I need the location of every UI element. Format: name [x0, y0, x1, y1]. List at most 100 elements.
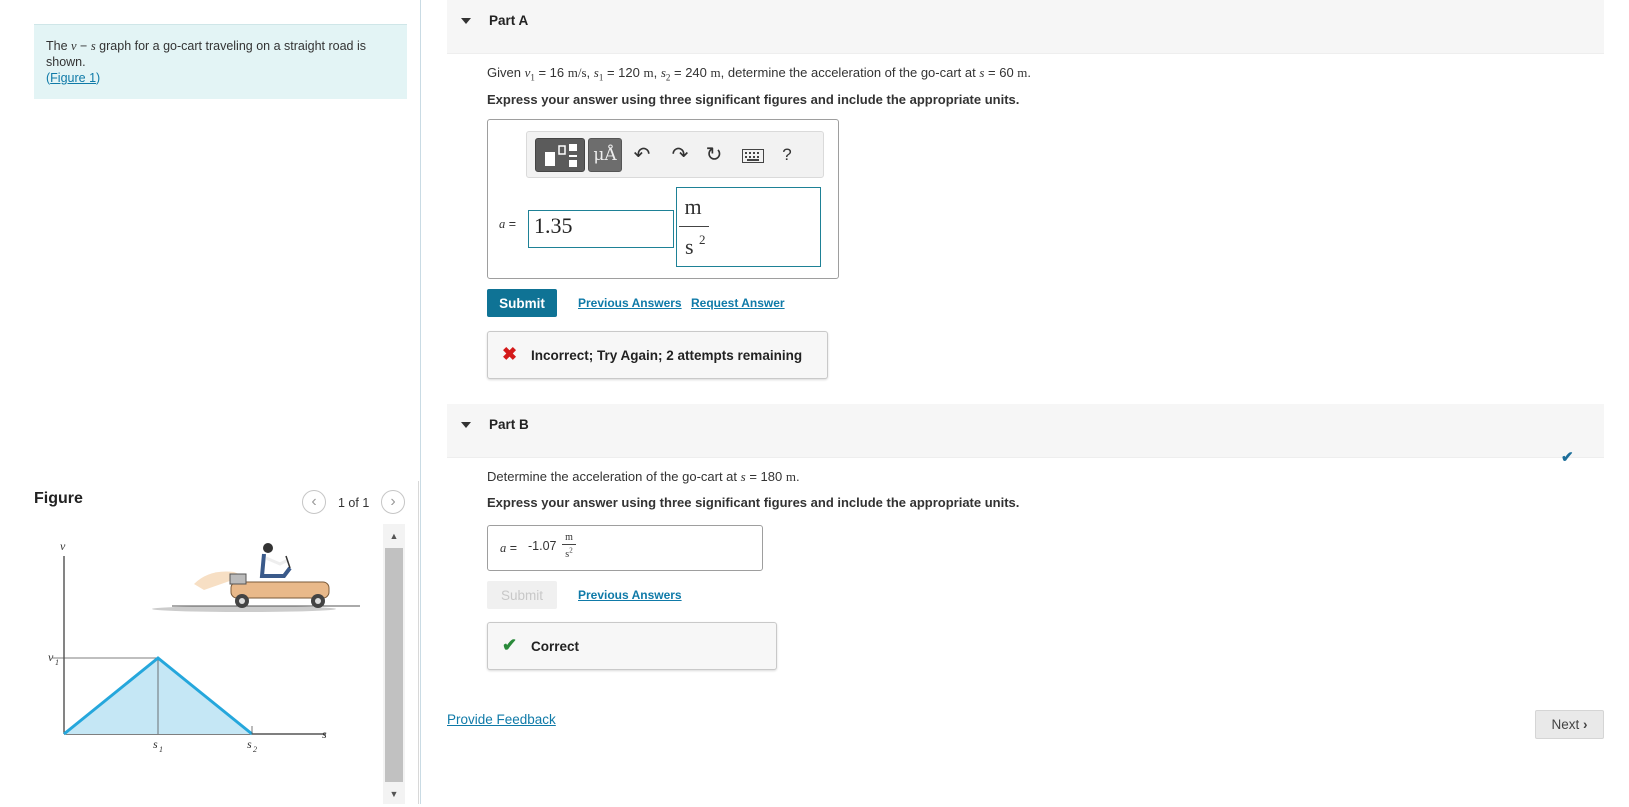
figure-title: Figure	[34, 490, 83, 507]
previous-answers-link-a[interactable]: Previous Answers	[578, 296, 682, 310]
part-complete-check-icon: ✔	[1561, 449, 1574, 466]
part-a-header[interactable]: Part A	[447, 0, 1604, 54]
figure-divider	[418, 481, 419, 804]
incorrect-x-icon: ✖	[502, 344, 518, 364]
chevron-left-icon: ‹	[311, 493, 317, 510]
s2-label: s	[247, 737, 252, 751]
s1-label: s	[153, 737, 158, 751]
scrollbar-thumb[interactable]	[385, 548, 403, 782]
answer-value-input[interactable]: 1.35	[528, 210, 674, 248]
q-sep2: ,	[653, 65, 661, 80]
unit-numerator: m	[684, 194, 702, 219]
go-cart-illustration	[152, 543, 360, 612]
qb-s-unit: m	[785, 469, 796, 484]
part-b-header[interactable]: Part B	[447, 404, 1604, 458]
redo-icon[interactable]: ↷	[665, 138, 695, 172]
undo-icon[interactable]: ↶	[627, 138, 657, 172]
part-b-instruction: Express your answer using three signific…	[487, 495, 1020, 510]
collapse-caret-icon[interactable]	[461, 18, 471, 24]
answer-a-label: a =	[499, 217, 516, 232]
q-v1-unit: m/s	[567, 65, 587, 80]
answer-b-eq: =	[506, 541, 518, 555]
q-s2-val: = 240	[670, 65, 711, 80]
figure-image: v s v 1 s 1 s 2	[34, 524, 381, 804]
feedback-incorrect: ✖ Incorrect; Try Again; 2 attempts remai…	[487, 331, 828, 379]
q-s2-unit: m	[710, 65, 721, 80]
part-b-question: Determine the acceleration of the go-car…	[487, 469, 800, 485]
q-s1-val: = 120	[603, 65, 644, 80]
unit-fraction-bar	[679, 226, 709, 227]
v1-label-sub: 1	[55, 658, 59, 667]
figure-link-paren-close: )	[96, 71, 101, 85]
v-s-graph: v s v 1 s 1 s 2	[48, 539, 360, 754]
figure-prev-button[interactable]: ‹	[302, 490, 326, 514]
collapse-caret-icon[interactable]	[461, 422, 471, 428]
templates-icon	[545, 144, 577, 167]
answer-b-value: -1.07	[528, 539, 557, 553]
figure-count: 1 of 1	[338, 496, 370, 510]
figure-next-button[interactable]: ›	[381, 490, 405, 514]
correct-check-icon: ✔	[502, 635, 518, 655]
part-a-title: Part A	[489, 13, 529, 28]
reset-icon[interactable]: ↻	[699, 138, 729, 172]
part-a-instruction: Express your answer using three signific…	[487, 92, 1020, 107]
q-given: Given	[487, 65, 525, 80]
submit-button-a[interactable]: Submit	[487, 289, 557, 317]
q-rest: , determine the acceleration of the go-c…	[720, 65, 980, 80]
q-s-unit: m	[1017, 65, 1028, 80]
keyboard-icon[interactable]	[737, 138, 769, 172]
templates-button[interactable]	[535, 138, 585, 172]
feedback-correct: ✔ Correct	[487, 622, 777, 670]
part-a-question: Given v1 = 16 m/s, s1 = 120 m, s2 = 240 …	[487, 65, 1031, 83]
figure-scrollbar[interactable]: ▲ ▼	[383, 524, 405, 804]
v-axis-label: v	[60, 539, 66, 553]
answer-b-unit-exp: 2	[569, 547, 573, 555]
feedback-b-text: Correct	[531, 639, 580, 654]
answer-panel-b: a = -1.07 m s2	[487, 525, 763, 571]
unit-denominator-exponent: 2	[699, 232, 706, 247]
q-s-val: = 60	[984, 65, 1018, 80]
math-toolbar: μÅ ↶ ↷ ↻ ?	[526, 131, 824, 178]
provide-feedback-link[interactable]: Provide Feedback	[447, 712, 556, 727]
scroll-up-arrow-icon[interactable]: ▲	[383, 526, 405, 546]
qb-pre: Determine the acceleration of the go-car…	[487, 469, 741, 484]
help-button[interactable]: ?	[772, 138, 802, 172]
intro-text-pre: The	[46, 39, 72, 53]
answer-panel-a: μÅ ↶ ↷ ↻ ? a = 1.35 m s 2	[487, 119, 839, 279]
feedback-a-text: Incorrect; Try Again; 2 attempts remaini…	[531, 348, 803, 363]
figure-link[interactable]: Figure 1	[50, 71, 96, 85]
next-label: Next	[1551, 717, 1580, 732]
q-sep1: ,	[586, 65, 594, 80]
intro-dash: −	[76, 39, 91, 53]
next-button[interactable]: Next ›	[1535, 710, 1604, 739]
chevron-right-icon: ›	[1583, 717, 1588, 732]
keyboard-glyph	[742, 148, 764, 163]
v1-label: v	[48, 650, 54, 664]
answer-b-unit-bar	[562, 544, 576, 545]
column-divider	[420, 0, 421, 804]
chevron-right-icon: ›	[390, 493, 396, 510]
s1-label-sub: 1	[159, 745, 163, 754]
scroll-down-arrow-icon[interactable]: ▼	[383, 784, 405, 804]
answer-unit-input[interactable]: m s 2	[676, 187, 821, 267]
problem-panel: The v − s graph for a go-cart traveling …	[0, 0, 421, 804]
problem-intro: The v − s graph for a go-cart traveling …	[34, 24, 407, 99]
answer-b-label: a =	[500, 541, 517, 556]
answer-b-unit: m s2	[562, 532, 576, 560]
answer-b-unit-num: m	[565, 532, 573, 543]
submit-button-b: Submit	[487, 581, 557, 609]
answer-b-unit-den-wrap: s2	[565, 547, 573, 560]
unit-denominator: s	[685, 234, 694, 259]
s2-label-sub: 2	[253, 745, 257, 754]
q-v1-val: = 16	[534, 65, 568, 80]
q-s1-unit: m	[643, 65, 654, 80]
qb-s-val: = 180	[745, 469, 786, 484]
units-button[interactable]: μÅ	[588, 138, 622, 172]
request-answer-link[interactable]: Request Answer	[691, 296, 785, 310]
answer-a-eq: =	[505, 217, 517, 231]
part-b-title: Part B	[489, 417, 529, 432]
s-axis-label: s	[322, 727, 327, 741]
qb-end: .	[795, 469, 800, 484]
previous-answers-link-b[interactable]: Previous Answers	[578, 588, 682, 602]
q-end: .	[1027, 65, 1032, 80]
